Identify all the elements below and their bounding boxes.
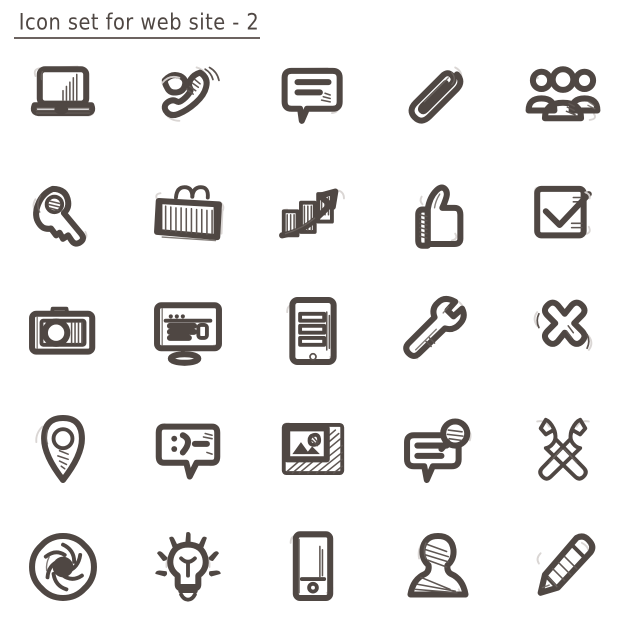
lightbulb-icon[interactable]	[125, 508, 250, 626]
users-group-icon[interactable]	[501, 36, 626, 154]
tools-crossed-icon[interactable]	[501, 390, 626, 508]
chat-emoticon-icon[interactable]	[125, 390, 250, 508]
key-icon[interactable]	[0, 154, 125, 272]
monitor-browser-icon[interactable]	[125, 272, 250, 390]
growth-chart-icon[interactable]	[250, 154, 375, 272]
wrench-icon[interactable]	[376, 272, 501, 390]
smartphone-icon[interactable]	[250, 508, 375, 626]
thumbs-up-icon[interactable]	[376, 154, 501, 272]
camera-icon[interactable]	[0, 272, 125, 390]
pencil-icon[interactable]	[501, 508, 626, 626]
aperture-shutter-icon[interactable]	[0, 508, 125, 626]
laptop-icon[interactable]	[0, 36, 125, 154]
briefcase-icon[interactable]	[125, 154, 250, 272]
photo-gallery-icon[interactable]	[250, 390, 375, 508]
close-cross-icon[interactable]	[501, 272, 626, 390]
title-block: Icon set for web site - 2	[14, 8, 264, 39]
icon-grid	[0, 36, 626, 626]
tablet-list-icon[interactable]	[250, 272, 375, 390]
icon-sheet: Icon set for web site - 2	[0, 0, 626, 626]
search-bubble-icon[interactable]	[376, 390, 501, 508]
user-avatar-icon[interactable]	[376, 508, 501, 626]
speech-bubble-icon[interactable]	[250, 36, 375, 154]
paperclip-icon[interactable]	[376, 36, 501, 154]
map-pin-icon[interactable]	[0, 390, 125, 508]
page-title: Icon set for web site - 2	[18, 8, 260, 35]
phone-ringing-icon[interactable]	[125, 36, 250, 154]
checkbox-checked-icon[interactable]	[501, 154, 626, 272]
